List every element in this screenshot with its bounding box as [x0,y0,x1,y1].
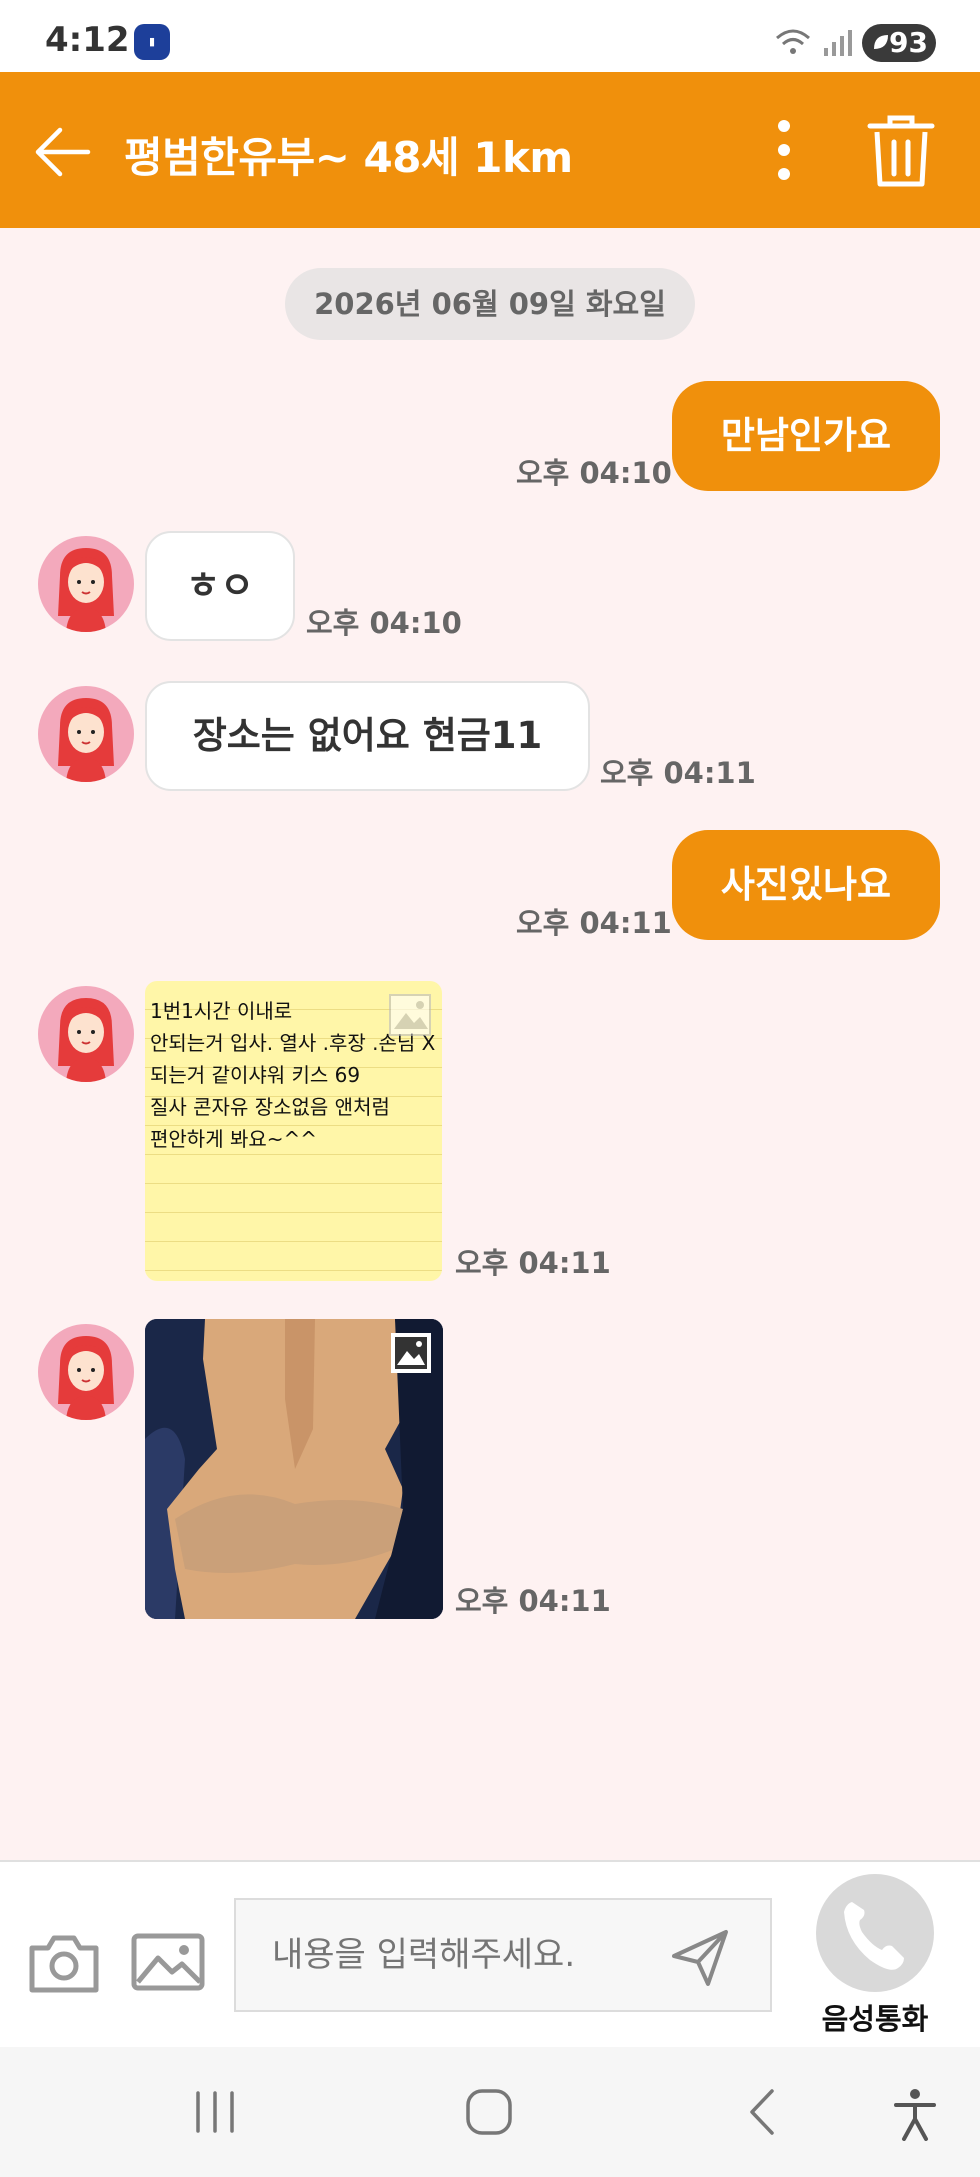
accessibility-icon[interactable] [892,2087,938,2141]
voice-call-button[interactable] [816,1874,934,1992]
camera-icon[interactable] [26,1928,102,1996]
message-time: 오후 04:10 [306,606,462,640]
message-time: 오후 04:11 [455,1584,611,1618]
trash-icon[interactable] [866,114,936,188]
system-navigation-bar [0,2047,980,2177]
home-icon[interactable] [464,2087,514,2137]
phone-icon [844,1902,904,1970]
message-text: 만남인가요 [720,414,892,457]
chat-message-list[interactable]: 2026년 06월 09일 화요일 만남인가요 오후 04:10 ㅎㅇ 오후 0… [0,228,980,1860]
image-icon [389,994,431,1036]
message-time: 오후 04:11 [600,756,756,790]
avatar[interactable] [38,1324,134,1420]
battery-indicator: 93 [862,24,936,62]
image-icon [391,1333,431,1373]
note-line: 질사 콘자유 장소없음 앤처럼 [150,1095,390,1119]
power-saving-icon [874,35,888,49]
status-time: 4:12 [45,20,130,60]
arrow-left-icon[interactable] [30,120,94,184]
battery-level: 93 [889,26,928,59]
avatar-image [58,698,114,782]
voice-call-label: 음성통화 [821,2002,929,2036]
message-time: 오후 04:11 [455,1246,611,1280]
wifi-icon [776,29,810,54]
message-text: ㅎㅇ [185,564,255,607]
note-line: 되는거 같이샤워 키스 69 [150,1063,361,1087]
note-line: 편안하게 봐요~^^ [150,1127,318,1151]
status-bar: 4:12 ▮ 93 [0,0,980,72]
date-divider: 2026년 06월 09일 화요일 [285,268,695,340]
recent-apps-icon[interactable] [190,2089,240,2135]
message-time: 오후 04:11 [516,906,672,940]
message-composer: 음성통화 [0,1860,980,2047]
incoming-message[interactable]: 장소는 없어요 현금11 [145,681,590,791]
message-text: 사진있나요 [720,863,892,906]
image-message[interactable]: 1번1시간 이내로 안되는거 입사. 열사 .후장 .손님 X 되는거 같이샤워 키… [145,981,442,1281]
more-vertical-icon[interactable] [764,116,804,184]
avatar-image [58,1336,114,1420]
image-message[interactable] [145,1319,443,1619]
send-icon[interactable] [668,1926,732,1990]
message-time: 오후 04:10 [516,456,672,490]
outgoing-message[interactable]: 만남인가요 [672,381,940,491]
outgoing-message[interactable]: 사진있나요 [672,830,940,940]
chat-title: 평범한유부~ 48세 1km [124,133,573,182]
avatar-image [58,548,114,632]
message-text: 장소는 없어요 현금11 [192,714,543,757]
incoming-message[interactable]: ㅎㅇ [145,531,295,641]
chat-header: 평범한유부~ 48세 1km [0,72,980,228]
signal-icon [824,30,852,56]
avatar[interactable] [38,536,134,632]
image-icon[interactable] [130,1932,206,1992]
back-icon[interactable] [744,2087,780,2137]
avatar[interactable] [38,686,134,782]
app-notification-icon: ▮ [134,24,170,60]
avatar[interactable] [38,986,134,1082]
avatar-image [58,998,114,1082]
